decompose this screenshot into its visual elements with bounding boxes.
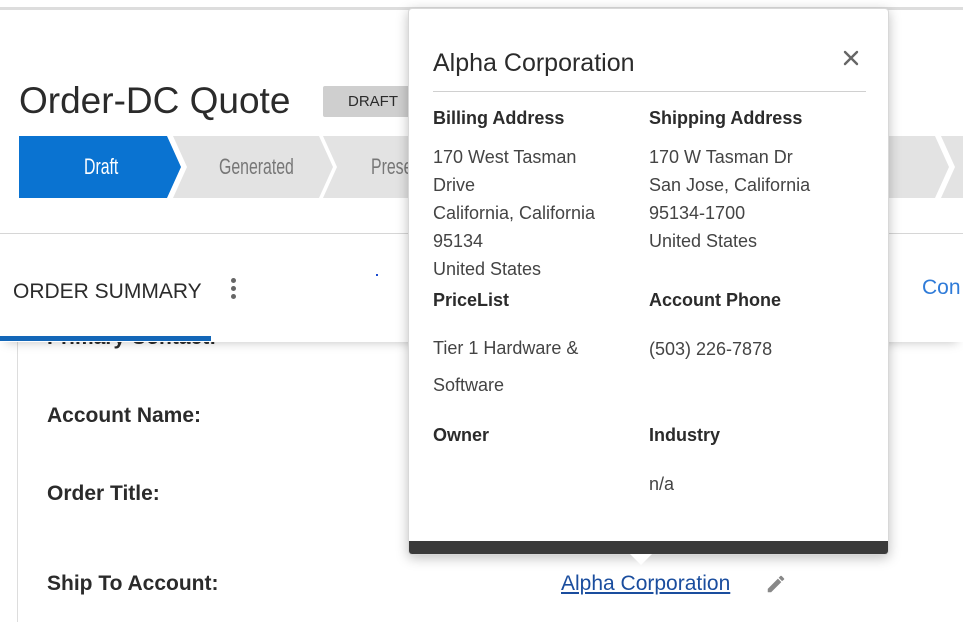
address-line: San Jose, California [649, 175, 811, 195]
address-line: 170 W Tasman Dr [649, 147, 793, 167]
owner-heading: Owner [433, 425, 490, 445]
path-step-next[interactable] [887, 136, 963, 198]
hover-card-divider [433, 91, 866, 92]
order-title-label: Order Title: [47, 482, 160, 505]
billing-address-heading: Billing Address [433, 108, 565, 128]
hover-card-footer [409, 541, 888, 554]
address-line: United States [649, 231, 758, 251]
account-phone-heading: Account Phone [649, 290, 782, 310]
billing-address-value: 170 West Tasman Drive California, Califo… [433, 143, 595, 283]
address-line: 95134 [433, 231, 484, 251]
address-line: United States [433, 259, 542, 279]
pricelist-line: Tier 1 Hardware & [433, 338, 579, 358]
path-step-label: Draft [84, 154, 119, 179]
address-line: 170 West Tasman [433, 147, 577, 167]
ship-to-account-link[interactable]: Alpha Corporation [561, 572, 730, 596]
close-icon[interactable] [840, 47, 862, 69]
path-step-generated[interactable]: Generated [169, 136, 337, 198]
right-link[interactable]: Con [922, 276, 961, 300]
industry-heading: Industry [649, 425, 721, 445]
hover-card-pointer [630, 554, 652, 565]
shipping-address-heading: Shipping Address [649, 108, 803, 128]
hover-card-title: Alpha Corporation [433, 49, 635, 77]
vertical-dots-icon[interactable] [228, 278, 238, 302]
path-step-label: Generated [219, 154, 294, 179]
tab-order-summary[interactable]: ORDER SUMMARY [13, 280, 202, 304]
account-phone-value: (503) 226-7878 [649, 339, 773, 359]
address-line: California, California [433, 203, 596, 223]
address-line: Drive [433, 175, 476, 195]
address-line: 95134-1700 [649, 203, 746, 223]
pricelist-heading: PriceList [433, 290, 510, 310]
stray-dot [376, 274, 378, 276]
pricelist-value: Tier 1 Hardware & Software [433, 330, 578, 404]
industry-value: n/a [649, 474, 675, 494]
active-tab-indicator [0, 336, 211, 341]
ship-to-account-label: Ship To Account: [47, 572, 219, 595]
account-name-label: Account Name: [47, 404, 202, 427]
pencil-icon[interactable] [765, 573, 787, 595]
account-hover-card: Alpha Corporation Billing Address 170 We… [408, 8, 889, 555]
path-step-shape [887, 136, 963, 198]
shipping-address-value: 170 W Tasman Dr San Jose, California 951… [649, 143, 810, 255]
pricelist-line: Software [433, 375, 505, 395]
page-title: Order-DC Quote [19, 80, 291, 121]
path-step-draft[interactable]: Draft [19, 136, 183, 198]
